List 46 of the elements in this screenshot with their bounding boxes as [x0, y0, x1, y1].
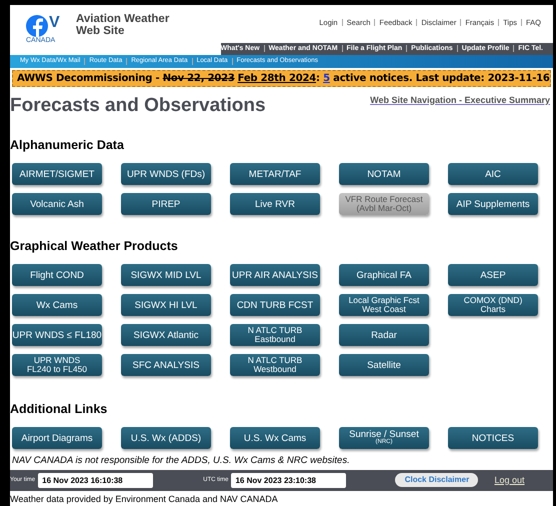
product-button[interactable]: COMOX (DND) Charts: [448, 294, 538, 316]
product-button[interactable]: N ATLC TURB Westbound: [230, 354, 320, 376]
section-heading: Alphanumeric Data: [10, 138, 125, 152]
product-button[interactable]: Radar: [339, 324, 429, 346]
clock-disclaimer-button[interactable]: Clock Disclaimer: [395, 473, 478, 488]
product-button[interactable]: NOTICES: [448, 427, 538, 449]
section-heading: Graphical Weather Products: [10, 239, 179, 253]
notice-text: AWWS Decommissioning - Nov 22, 2023 Feb 28th 2024: 5 active notices. Last update: 2023-11-16: [17, 72, 550, 86]
site-title: Web Site: [76, 25, 126, 37]
page-title: Forecasts and Observations: [10, 94, 266, 118]
product-button[interactable]: SFC ANALYSIS: [121, 354, 211, 376]
time-field[interactable]: 16 Nov 2023 16:10:38: [38, 472, 154, 488]
product-button[interactable]: SIGWX HI LVL: [121, 294, 211, 316]
product-button[interactable]: U.S. Wx (ADDS): [121, 427, 211, 449]
product-button[interactable]: Wx Cams: [12, 294, 102, 316]
section-heading: Additional Links: [10, 402, 108, 416]
product-button[interactable]: Flight COND: [12, 264, 102, 286]
product-button[interactable]: N ATLC TURB Eastbound: [230, 324, 320, 346]
product-button[interactable]: SIGWX MID LVL: [121, 264, 211, 286]
product-button[interactable]: AIRMET/SIGMET: [12, 163, 102, 185]
product-button[interactable]: Satellite: [339, 354, 429, 376]
product-button[interactable]: Airport Diagrams: [12, 427, 102, 449]
product-button[interactable]: AIC: [448, 163, 538, 185]
product-button[interactable]: U.S. Wx Cams: [230, 427, 320, 449]
product-button[interactable]: UPR WNDS FL240 to FL450: [12, 354, 102, 376]
facebook-icon[interactable]: [26, 15, 48, 37]
time-field[interactable]: 16 Nov 2023 23:10:38: [231, 472, 346, 488]
disclaimer-text: NAV CANADA is not responsible for the ADDS, U.S. Wx Cams & NRC websites.: [12, 454, 351, 468]
product-button[interactable]: NOTAM: [339, 163, 429, 185]
product-button[interactable]: SIGWX Atlantic: [121, 324, 211, 346]
product-button[interactable]: METAR/TAF: [230, 163, 320, 185]
product-button[interactable]: CDN TURB FCST: [230, 294, 320, 316]
product-button[interactable]: PIREP: [121, 193, 211, 215]
product-button[interactable]: UPR AIR ANALYSIS: [230, 264, 320, 286]
logout-link[interactable]: Log out: [494, 474, 524, 488]
product-button[interactable]: Local Graphic Fcst West Coast: [339, 294, 429, 316]
executive-summary-link[interactable]: Web Site Navigation - Executive Summary: [370, 94, 550, 107]
product-button[interactable]: UPR WNDS ≤ FL180: [12, 324, 102, 346]
product-button[interactable]: Volcanic Ash: [12, 193, 102, 215]
product-button[interactable]: ASEP: [448, 264, 538, 286]
product-button[interactable]: UPR WNDS (FDs): [121, 163, 211, 185]
product-button[interactable]: Live RVR: [230, 193, 320, 215]
product-button[interactable]: AIP Supplements: [448, 193, 538, 215]
site-title: Aviation Weather: [76, 13, 170, 25]
product-button[interactable]: Graphical FA: [339, 264, 429, 286]
credit-text: Weather data provided by Environment Canada and NAV CANADA: [10, 492, 279, 506]
